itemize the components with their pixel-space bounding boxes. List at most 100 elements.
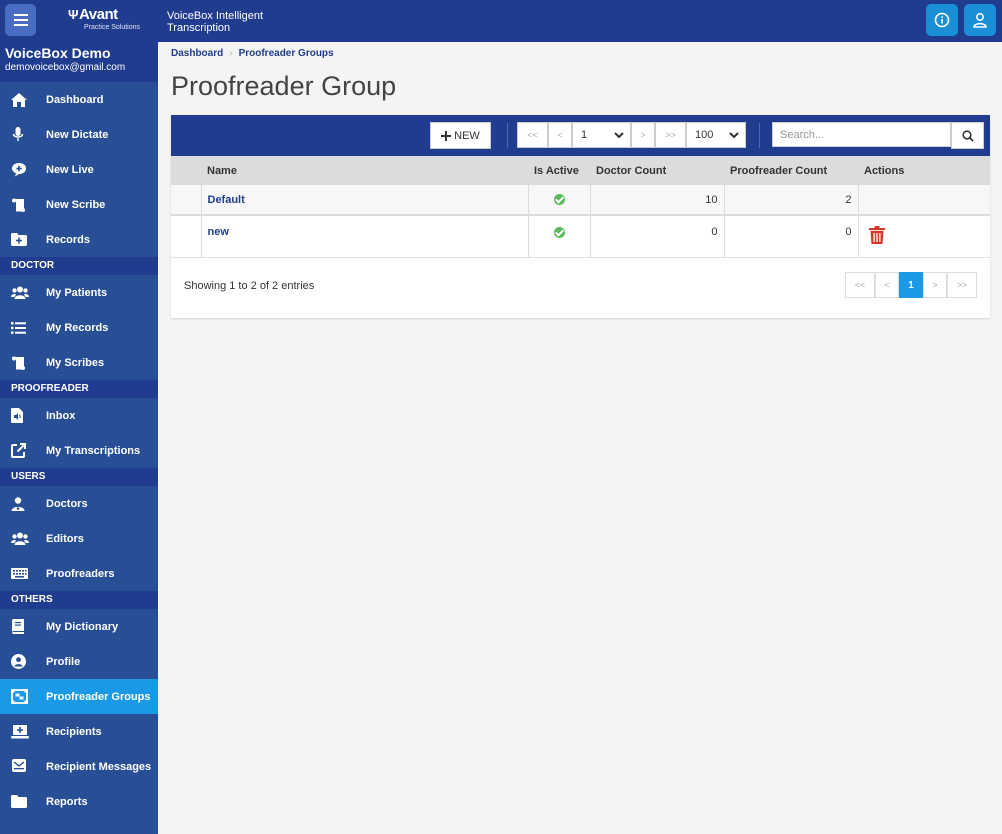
- breadcrumb-dashboard-link[interactable]: Dashboard: [171, 48, 223, 59]
- prev-page-button[interactable]: <: [548, 122, 572, 148]
- home-icon: [0, 92, 46, 107]
- check-circle-icon: [553, 226, 565, 238]
- top-bar: ΨAvant Practice Solutions VoiceBox Intel…: [0, 0, 1002, 42]
- actions-cell: [858, 185, 990, 216]
- doctor-icon: [0, 496, 46, 511]
- trash-icon: [868, 226, 885, 244]
- hamburger-icon: [13, 14, 28, 26]
- section-doctor: DOCTOR: [0, 257, 158, 275]
- user-info: VoiceBox Demo demovoicebox@gmail.com: [0, 42, 158, 82]
- list-icon: [0, 321, 46, 334]
- sidebar-item-records[interactable]: Records: [0, 222, 158, 257]
- info-icon: [934, 12, 950, 28]
- brand-name: Avant: [79, 6, 118, 23]
- user-icon: [973, 13, 987, 28]
- proofreader-count-cell: 0: [724, 215, 859, 258]
- sidebar-item-editors[interactable]: Editors: [0, 521, 158, 556]
- next-page-button[interactable]: >: [631, 122, 655, 148]
- column-name[interactable]: Name: [201, 156, 528, 185]
- pager-page-1-button[interactable]: 1: [899, 272, 923, 298]
- sidebar-item-new-dictate[interactable]: New Dictate: [0, 117, 158, 152]
- app-title: VoiceBox Intelligent Transcription: [167, 10, 264, 34]
- entries-info: Showing 1 to 2 of 2 entries: [184, 280, 315, 292]
- pager-last-button[interactable]: >>: [947, 272, 977, 298]
- user-email: demovoicebox@gmail.com: [5, 62, 126, 73]
- keyboard-icon: [0, 568, 46, 579]
- audio-file-icon: [0, 408, 46, 423]
- chevron-down-icon: [614, 132, 624, 139]
- sidebar-item-inbox[interactable]: Inbox: [0, 398, 158, 433]
- column-proofreader-count[interactable]: Proofreader Count: [724, 156, 858, 185]
- info-button[interactable]: [926, 4, 958, 36]
- sidebar-item-recipient-messages[interactable]: Recipient Messages: [0, 749, 158, 784]
- page-title: Proofreader Group: [171, 71, 397, 101]
- pager-prev-button[interactable]: <: [875, 272, 899, 298]
- sidebar-item-reports[interactable]: Reports: [0, 784, 158, 819]
- toolbar-divider: [759, 123, 760, 148]
- external-link-icon: [0, 443, 46, 458]
- pager-first-button[interactable]: <<: [845, 272, 875, 298]
- brand-logo[interactable]: ΨAvant Practice Solutions: [68, 7, 140, 32]
- section-proofreader: PROOFREADER: [0, 380, 158, 398]
- doctor-count-cell: 10: [590, 185, 725, 216]
- folder-icon: [0, 795, 46, 808]
- sidebar-item-profile[interactable]: Profile: [0, 644, 158, 679]
- column-doctor-count[interactable]: Doctor Count: [590, 156, 724, 185]
- user-account-button[interactable]: [964, 4, 996, 36]
- scroll-icon: [0, 356, 46, 370]
- sidebar-item-new-scribe[interactable]: New Scribe: [0, 187, 158, 222]
- plus-icon: [441, 130, 452, 141]
- scroll-icon: [0, 198, 46, 212]
- delete-button[interactable]: [868, 226, 885, 247]
- table-row[interactable]: Default 10 2: [171, 185, 990, 216]
- last-page-button[interactable]: >>: [655, 122, 686, 148]
- toolbar-divider: [507, 123, 508, 148]
- search-input[interactable]: [772, 122, 951, 147]
- column-actions: Actions: [858, 156, 990, 185]
- first-page-button[interactable]: <<: [517, 122, 548, 148]
- users-icon: [0, 286, 46, 299]
- sidebar-item-my-patients[interactable]: My Patients: [0, 275, 158, 310]
- new-button[interactable]: NEW: [430, 122, 491, 149]
- table-row[interactable]: new 0 0: [171, 215, 990, 258]
- breadcrumb-current[interactable]: Proofreader Groups: [239, 48, 334, 59]
- sidebar-item-my-transcriptions[interactable]: My Transcriptions: [0, 433, 158, 468]
- pager-next-button[interactable]: >: [923, 272, 947, 298]
- check-circle-icon: [553, 194, 565, 206]
- logo-mark-icon: Ψ: [68, 7, 79, 22]
- laptop-plus-icon: [0, 724, 46, 739]
- groups-panel: NEW << < 1 > >> 100 Name Is Active: [171, 115, 990, 318]
- column-is-active[interactable]: Is Active: [528, 156, 590, 185]
- sidebar-item-my-scribes[interactable]: My Scribes: [0, 345, 158, 380]
- groups-table: Name Is Active Doctor Count Proofreader …: [171, 156, 990, 258]
- sidebar-item-my-records[interactable]: My Records: [0, 310, 158, 345]
- actions-cell: [858, 215, 990, 258]
- brand-subtitle: Practice Solutions: [84, 24, 141, 31]
- chevron-right-icon: ›: [229, 48, 233, 59]
- table-toolbar: NEW << < 1 > >> 100: [171, 115, 990, 156]
- sidebar-item-proofreaders[interactable]: Proofreaders: [0, 556, 158, 591]
- sidebar-item-my-dictionary[interactable]: My Dictionary: [0, 609, 158, 644]
- sidebar-item-dashboard[interactable]: Dashboard: [0, 82, 158, 117]
- section-others: OTHERS: [0, 591, 158, 609]
- sidebar-item-new-live[interactable]: New Live: [0, 152, 158, 187]
- microphone-icon: [0, 127, 46, 142]
- sidebar-item-doctors[interactable]: Doctors: [0, 486, 158, 521]
- sidebar-item-proofreader-groups[interactable]: Proofreader Groups: [0, 679, 158, 714]
- column-select: [171, 156, 201, 185]
- table-header-row: Name Is Active Doctor Count Proofreader …: [171, 156, 990, 185]
- group-name-link[interactable]: new: [208, 226, 229, 238]
- section-users: USERS: [0, 468, 158, 486]
- proofreader-count-cell: 2: [724, 185, 859, 216]
- menu-toggle-button[interactable]: [5, 4, 36, 36]
- folder-plus-icon: [0, 233, 46, 246]
- page-select[interactable]: 1: [572, 122, 631, 148]
- sidebar: VoiceBox Demo demovoicebox@gmail.com Das…: [0, 42, 158, 834]
- page-size-select[interactable]: 100: [686, 122, 746, 148]
- sidebar-item-recipients[interactable]: Recipients: [0, 714, 158, 749]
- row-select-cell[interactable]: [171, 215, 202, 258]
- search-button[interactable]: [951, 122, 984, 149]
- row-select-cell[interactable]: [171, 185, 202, 216]
- group-name-link[interactable]: Default: [208, 194, 245, 206]
- group-icon: [0, 689, 46, 704]
